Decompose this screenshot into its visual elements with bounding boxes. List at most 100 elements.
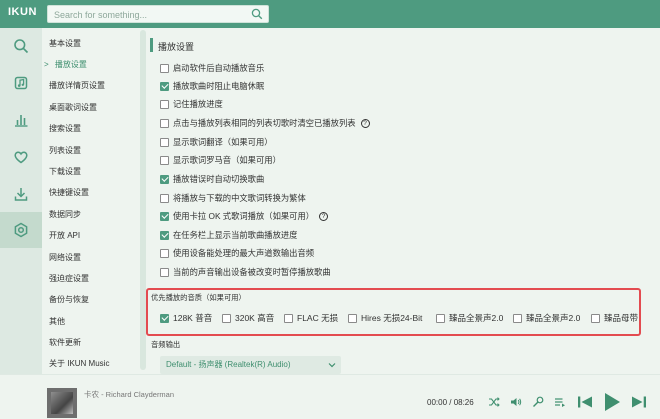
- album-art[interactable]: [47, 388, 77, 418]
- menu-item-label: 播放设置: [54, 60, 87, 69]
- previous-button[interactable]: [576, 393, 594, 411]
- menu-item-playback[interactable]: > 播放设置: [44, 59, 87, 70]
- option-label: 显示歌词翻译（如果可用）: [173, 137, 273, 147]
- checkbox[interactable]: [160, 118, 169, 128]
- checkbox[interactable]: [160, 248, 169, 258]
- option-clear-played[interactable]: 点击与播放列表相同的列表切歌时清空已播放列表 ?: [160, 117, 370, 129]
- quality-option-atmos-2[interactable]: 臻品全景声2.0: [513, 312, 580, 324]
- checkbox[interactable]: [160, 211, 169, 221]
- option-karaoke-lyrics[interactable]: 使用卡拉 OK 式歌词播放（如果可用） ?: [160, 210, 329, 222]
- chevron-down-icon[interactable]: [328, 361, 336, 369]
- checkbox[interactable]: [348, 313, 357, 323]
- play-button[interactable]: [601, 391, 623, 413]
- track-title: 卡农 - Richard Clayderman: [84, 390, 175, 399]
- menu-item-about[interactable]: 关于 IKUN Music: [49, 358, 109, 369]
- checkbox[interactable]: [591, 313, 600, 323]
- option-autoplay[interactable]: 启动软件后自动播放音乐: [160, 62, 264, 74]
- menu-item-desktop-lyrics[interactable]: 桌面歌词设置: [49, 102, 97, 113]
- option-label: 臻品全景声2.0: [449, 313, 504, 323]
- section-title: 播放设置: [158, 42, 195, 52]
- quality-option-128k[interactable]: 128K 普音: [160, 312, 212, 324]
- option-label: Hires 无损24-Bit: [361, 313, 423, 323]
- option-label: 在任务栏上显示当前歌曲播放进度: [173, 230, 298, 240]
- search-box[interactable]: [47, 5, 269, 23]
- help-icon[interactable]: ?: [360, 118, 370, 128]
- quality-option-atmos[interactable]: 臻品全景声2.0: [436, 312, 503, 324]
- quality-option-master[interactable]: 臻品母带: [591, 312, 638, 324]
- option-label: 臻品母带: [604, 313, 639, 323]
- checkbox[interactable]: [160, 230, 169, 240]
- checkbox[interactable]: [222, 313, 231, 323]
- shuffle-button[interactable]: [487, 395, 501, 409]
- rail-charts[interactable]: [0, 102, 42, 138]
- download-icon: [14, 188, 28, 201]
- option-label: 臻品全景声2.0: [526, 313, 581, 323]
- menu-item-ocd[interactable]: 强迫症设置: [49, 273, 89, 284]
- menu-item-backup[interactable]: 备份与恢复: [49, 294, 89, 305]
- option-traditional-chinese[interactable]: 将播放与下载的中文歌词转换为繁体: [160, 192, 306, 204]
- next-button[interactable]: [630, 393, 648, 411]
- rail-downloads[interactable]: [0, 176, 42, 212]
- option-label: 播放歌曲时阻止电脑休眠: [173, 81, 265, 91]
- menu-item-hotkeys[interactable]: 快捷键设置: [49, 187, 89, 198]
- option-label: 启动软件后自动播放音乐: [173, 63, 265, 73]
- checkbox[interactable]: [513, 313, 522, 323]
- menu-active-marker: >: [44, 60, 49, 69]
- option-max-channels[interactable]: 使用设备能处理的最大声道数输出音频: [160, 247, 314, 259]
- menu-item-sync[interactable]: 数据同步: [49, 209, 81, 220]
- menu-item-basic[interactable]: 基本设置: [49, 38, 81, 49]
- checkbox[interactable]: [160, 155, 169, 165]
- option-lyric-translation[interactable]: 显示歌词翻译（如果可用）: [160, 136, 273, 148]
- checkbox[interactable]: [160, 81, 169, 91]
- menu-item-network[interactable]: 网络设置: [49, 252, 81, 263]
- music-note-icon: [14, 76, 28, 90]
- heart-icon: [14, 151, 28, 164]
- search-icon[interactable]: [251, 8, 263, 20]
- menu-item-api[interactable]: 开放 API: [49, 230, 80, 241]
- checkbox[interactable]: [160, 174, 169, 184]
- volume-button[interactable]: [509, 395, 523, 409]
- menu-item-update[interactable]: 软件更新: [49, 337, 81, 348]
- checkbox[interactable]: [160, 267, 169, 277]
- checkbox[interactable]: [160, 193, 169, 203]
- option-auto-skip-error[interactable]: 播放错误时自动切换歌曲: [160, 173, 264, 185]
- quality-option-hires[interactable]: Hires 无损24-Bit: [348, 312, 422, 324]
- menu-item-download[interactable]: 下载设置: [49, 166, 81, 177]
- quality-option-320k[interactable]: 320K 高音: [222, 312, 274, 324]
- output-label: 音频输出: [151, 340, 181, 349]
- checkbox[interactable]: [160, 63, 169, 73]
- playlist-button[interactable]: [553, 395, 567, 409]
- option-prevent-sleep[interactable]: 播放歌曲时阻止电脑休眠: [160, 80, 264, 92]
- option-pause-on-device-change[interactable]: 当前的声音输出设备被改变时暂停播放歌曲: [160, 266, 331, 278]
- volume-icon: [511, 398, 522, 406]
- help-icon[interactable]: ?: [319, 211, 329, 221]
- option-taskbar-progress[interactable]: 在任务栏上显示当前歌曲播放进度: [160, 229, 297, 241]
- search-input[interactable]: [54, 9, 244, 20]
- option-label: 320K 高音: [235, 313, 275, 323]
- menu-item-other[interactable]: 其他: [49, 316, 65, 327]
- output-device-select[interactable]: Default - 扬声器 (Realtek(R) Audio): [160, 356, 341, 374]
- checkbox[interactable]: [160, 313, 169, 323]
- rail-favorites[interactable]: [0, 139, 42, 175]
- play-icon: [605, 393, 620, 411]
- quality-option-flac[interactable]: FLAC 无损: [284, 312, 338, 324]
- checkbox[interactable]: [160, 137, 169, 147]
- lyrics-button[interactable]: [531, 395, 545, 409]
- option-lyric-romaji[interactable]: 显示歌词罗马音（如果可用）: [160, 154, 281, 166]
- menu-item-search[interactable]: 搜索设置: [49, 123, 81, 134]
- rail-music[interactable]: [0, 65, 42, 101]
- lyrics-icon: [533, 396, 544, 407]
- checkbox[interactable]: [436, 313, 445, 323]
- option-label: 显示歌词罗马音（如果可用）: [173, 155, 281, 165]
- option-label: 使用卡拉 OK 式歌词播放（如果可用）: [173, 211, 315, 221]
- menu-item-detail-page[interactable]: 播放详情页设置: [49, 80, 105, 91]
- gear-icon: [14, 222, 28, 238]
- next-icon: [632, 396, 646, 408]
- option-remember-progress[interactable]: 记住播放进度: [160, 98, 223, 110]
- rail-search[interactable]: [0, 28, 42, 64]
- checkbox[interactable]: [284, 313, 293, 323]
- option-label: 将播放与下载的中文歌词转换为繁体: [173, 193, 306, 203]
- menu-item-list[interactable]: 列表设置: [49, 145, 81, 156]
- rail-settings[interactable]: [0, 212, 42, 248]
- checkbox[interactable]: [160, 99, 169, 109]
